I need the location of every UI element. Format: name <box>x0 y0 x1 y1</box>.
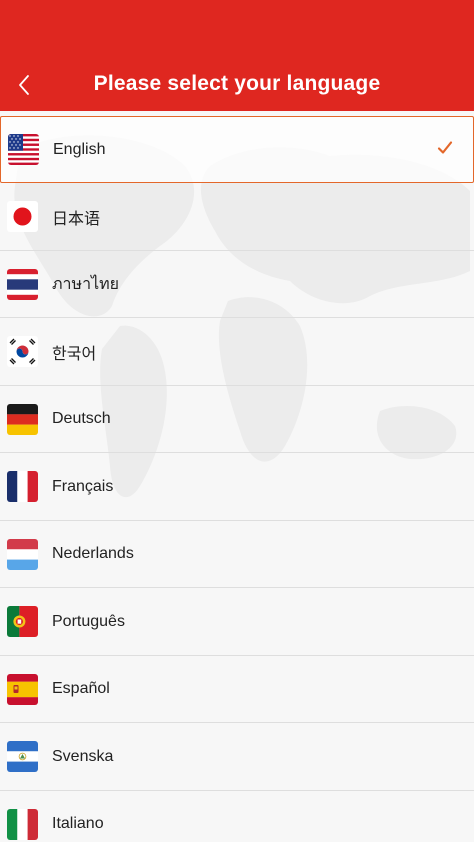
language-label: Português <box>52 612 125 630</box>
language-option-2[interactable]: 日本语 <box>0 184 474 251</box>
language-option-4[interactable]: 한국어 <box>0 319 474 386</box>
us-flag-icon <box>8 134 39 165</box>
checkmark-icon <box>437 140 453 159</box>
language-label: ภาษาไทย <box>52 275 120 293</box>
language-label: 日本语 <box>52 210 101 228</box>
germany-flag-icon <box>7 403 38 435</box>
language-option-7[interactable]: Nederlands <box>0 521 474 588</box>
thailand-flag-icon <box>7 268 38 300</box>
language-option-3[interactable]: ภาษาไทย <box>0 251 474 318</box>
language-option-8[interactable]: Português <box>0 589 474 656</box>
france-flag-icon <box>7 471 38 502</box>
language-label: 한국어 <box>52 345 97 363</box>
language-option-9[interactable]: Español <box>0 656 474 723</box>
italy-flag-icon <box>7 808 38 840</box>
language-label: Nederlands <box>52 545 134 562</box>
language-label: Svenska <box>52 747 114 765</box>
language-label: Deutsch <box>52 410 111 427</box>
el-salvador-flag-icon <box>7 741 38 772</box>
language-option-6[interactable]: Français <box>0 454 474 521</box>
language-option-5[interactable]: Deutsch <box>0 386 474 453</box>
korea-flag-icon <box>7 336 38 367</box>
language-option-1[interactable]: English <box>0 116 474 183</box>
language-option-11[interactable]: Italiano <box>0 791 474 842</box>
language-label: Español <box>52 680 110 697</box>
japan-flag-icon <box>7 201 38 232</box>
portugal-flag-icon <box>7 606 38 637</box>
app-header: Please select your language <box>0 0 474 111</box>
language-label: Français <box>52 477 114 495</box>
language-label: Italiano <box>52 815 104 832</box>
language-list: English 日本语 ภาษาไทย 한국어 Deutsch Français… <box>0 111 474 842</box>
spain-flag-icon <box>7 673 38 705</box>
page-title: Please select your language <box>93 72 381 95</box>
netherlands-flag-icon <box>7 538 38 570</box>
language-label: English <box>53 140 106 158</box>
language-option-10[interactable]: Svenska <box>0 724 474 791</box>
